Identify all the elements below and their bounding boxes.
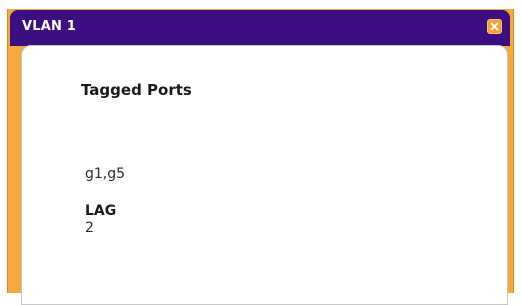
tagged-ports-heading: Tagged Ports bbox=[81, 81, 192, 99]
tagged-ports-value: g1,g5 bbox=[85, 166, 126, 182]
lag-label: LAG bbox=[85, 203, 117, 219]
dialog-titlebar: VLAN 1 bbox=[10, 10, 510, 46]
dialog-content-panel: Tagged Ports g1,g5 LAG 2 bbox=[21, 45, 508, 305]
lag-value: 2 bbox=[85, 220, 94, 236]
close-icon bbox=[490, 22, 499, 31]
close-button[interactable] bbox=[487, 19, 502, 34]
dialog-title: VLAN 1 bbox=[22, 19, 77, 34]
